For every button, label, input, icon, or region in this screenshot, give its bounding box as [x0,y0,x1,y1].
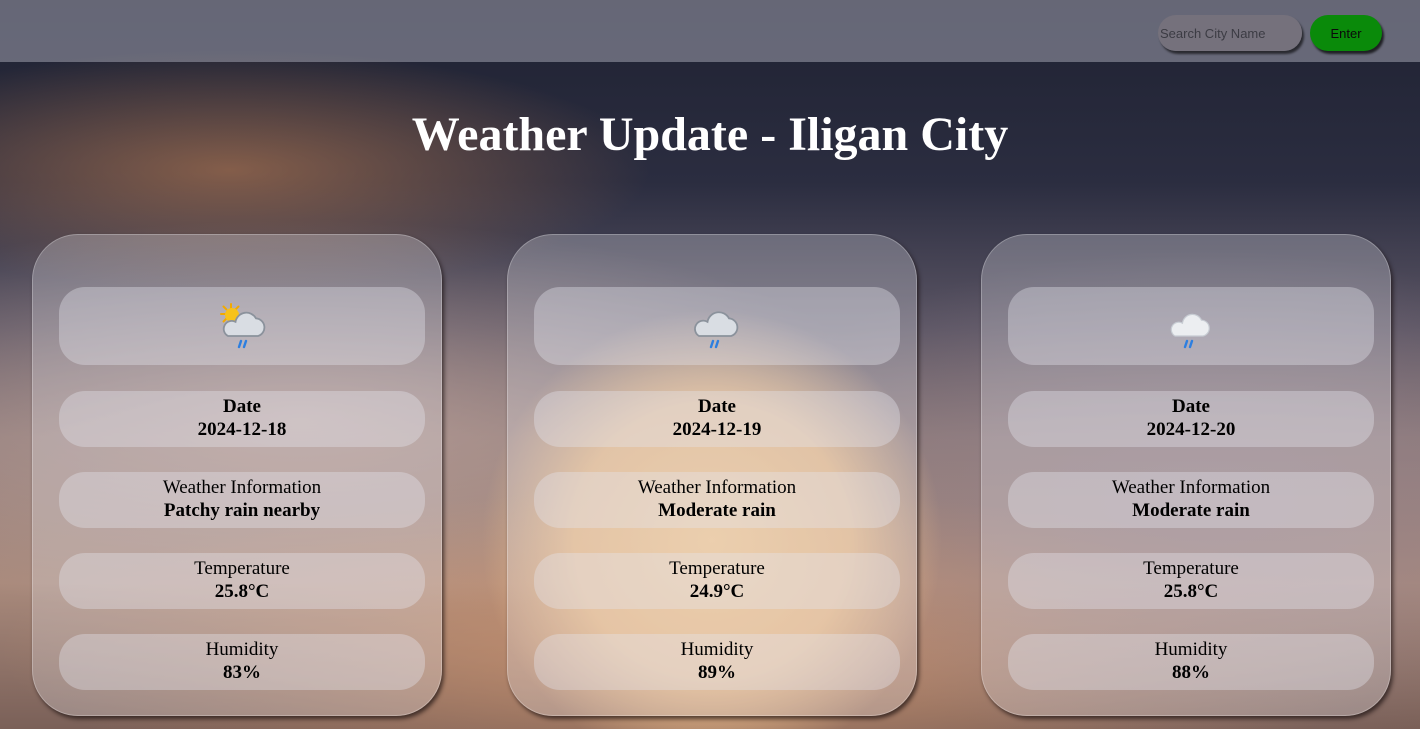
humidity-value: 88% [1172,662,1210,683]
temperature-value: 25.8°C [214,581,270,602]
cloud-rain-icon [694,311,739,349]
temperature-value: 24.9°C [689,581,745,602]
humidity-panel: Humidity 83% [59,634,425,690]
weather-icon-panel [59,287,425,365]
temperature-label: Temperature [194,558,290,579]
humidity-value: 89% [698,662,736,683]
temperature-panel: Temperature 25.8°C [59,553,425,609]
forecast-card-1: Date 2024-12-18 Weather Information Patc… [32,234,442,716]
weather-info-panel: Weather Information Moderate rain [1008,472,1374,528]
date-panel: Date 2024-12-19 [534,391,900,447]
humidity-label: Humidity [680,639,754,660]
date-panel: Date 2024-12-20 [1008,391,1374,447]
search-input[interactable] [1158,15,1302,51]
humidity-label: Humidity [1154,639,1228,660]
page-title: Weather Update - Iligan City [411,108,1009,161]
humidity-panel: Humidity 89% [534,634,900,690]
date-value: 2024-12-20 [1146,419,1236,440]
date-value: 2024-12-18 [197,419,287,440]
date-panel: Date 2024-12-18 [59,391,425,447]
date-value: 2024-12-19 [672,419,762,440]
forecast-card-3: Date 2024-12-20 Weather Information Mode… [981,234,1391,716]
date-label: Date [698,396,736,417]
temperature-panel: Temperature 25.8°C [1008,553,1374,609]
weather-info-panel: Weather Information Moderate rain [534,472,900,528]
cloud-rain-icon [1170,313,1210,349]
weather-info-value: Moderate rain [658,500,776,521]
temperature-label: Temperature [669,558,765,579]
date-label: Date [223,396,261,417]
temperature-label: Temperature [1143,558,1239,579]
weather-info-value: Patchy rain nearby [163,500,321,521]
sun-cloud-rain-icon [220,303,266,349]
weather-info-panel: Weather Information Patchy rain nearby [59,472,425,528]
weather-info-label: Weather Information [637,477,797,498]
weather-icon-panel [1008,287,1374,365]
top-bar: Enter [0,0,1420,62]
weather-info-label: Weather Information [1111,477,1271,498]
temperature-panel: Temperature 24.9°C [534,553,900,609]
date-label: Date [1172,396,1210,417]
enter-button[interactable]: Enter [1310,15,1382,51]
search-bar: Enter [1158,15,1382,51]
weather-icon-panel [534,287,900,365]
humidity-value: 83% [223,662,261,683]
temperature-value: 25.8°C [1163,581,1219,602]
humidity-label: Humidity [205,639,279,660]
humidity-panel: Humidity 88% [1008,634,1374,690]
weather-info-value: Moderate rain [1132,500,1250,521]
weather-info-label: Weather Information [162,477,322,498]
forecast-card-2: Date 2024-12-19 Weather Information Mode… [507,234,917,716]
